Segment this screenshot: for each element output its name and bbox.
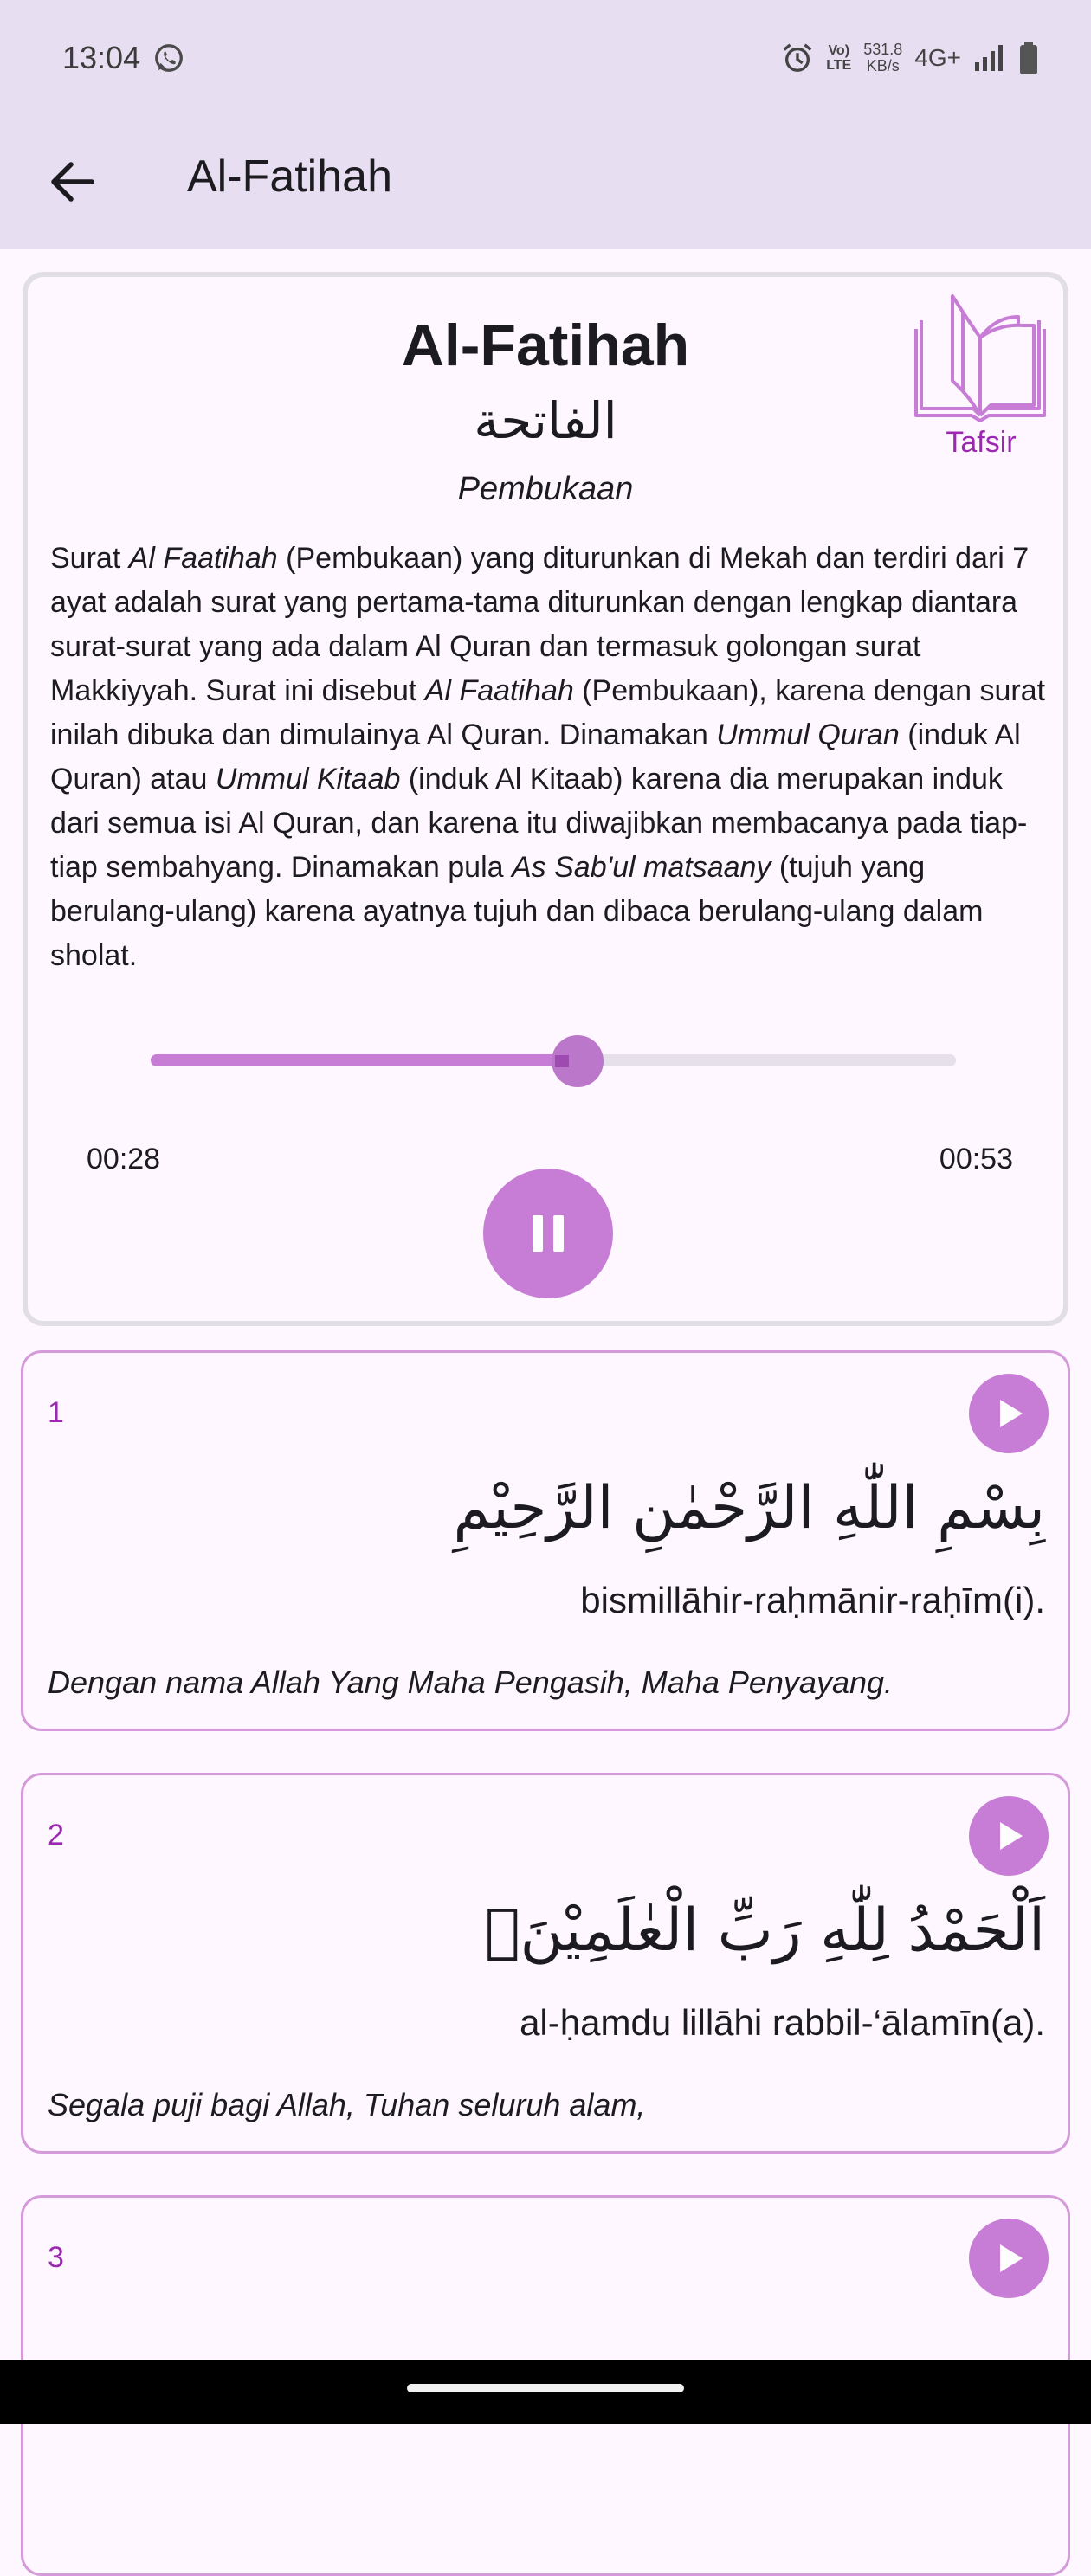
open-book-icon — [914, 294, 1046, 422]
pause-icon — [533, 1215, 564, 1252]
description-text: Surat — [50, 542, 129, 575]
current-time: 00:28 — [87, 1143, 161, 1175]
description-term: Al Faatihah — [424, 674, 574, 707]
ayah-number: 1 — [48, 1396, 64, 1429]
whatsapp-icon — [155, 44, 183, 72]
ayah-translation: Segala puji bagi Allah, Tuhan seluruh al… — [48, 2087, 646, 2122]
surah-meaning: Pembukaan — [457, 471, 634, 507]
arrow-back-icon — [51, 162, 94, 202]
network-speed: 531.8 KB/s — [863, 42, 902, 74]
alarm-icon — [783, 43, 812, 72]
play-icon — [1000, 1822, 1023, 1850]
ayah-transliteration: al-ḥamdu lillāhi rabbil-‘ālamīn(a). — [520, 2002, 1045, 2043]
ayah-arabic-text: بِسْمِ اللّٰهِ الرَّحْمٰنِ الرَّحِيْمِ — [453, 1474, 1045, 1542]
status-bar: 13:04 Vo) LTE 531.8 KB/s 4G+ — [0, 0, 1091, 118]
slider-thumb[interactable] — [552, 1035, 604, 1087]
play-icon — [1000, 1400, 1023, 1427]
home-gesture-handle[interactable] — [407, 2384, 684, 2392]
total-time: 00:53 — [939, 1143, 1013, 1175]
status-indicators: Vo) LTE 531.8 KB/s 4G+ — [781, 36, 1039, 80]
pause-button[interactable] — [483, 1169, 613, 1298]
play-ayah-button[interactable] — [969, 2219, 1049, 2298]
play-ayah-button[interactable] — [969, 1796, 1049, 1876]
slider-fill — [151, 1054, 578, 1066]
signal-icon — [975, 45, 1003, 71]
page-title: Al-Fatihah — [187, 151, 392, 202]
surah-info-card: Al-Fatihah الفاتحة Pembukaan Tafsir Sura… — [23, 272, 1068, 1326]
ayah-number: 2 — [48, 1819, 64, 1852]
battery-icon — [1020, 42, 1037, 74]
ayah-translation: Dengan nama Allah Yang Maha Pengasih, Ma… — [48, 1665, 894, 1700]
ayah-transliteration: bismillāhir-raḥmānir-raḥīm(i). — [580, 1580, 1045, 1620]
lte-label: LTE — [826, 58, 852, 73]
app-bar: 13:04 Vo) LTE 531.8 KB/s 4G+ Al-Fatihah — [0, 0, 1091, 249]
description-term: Ummul Quran — [716, 718, 900, 751]
tafsir-label: Tafsir — [946, 426, 1017, 459]
speed-unit: KB/s — [866, 57, 900, 74]
toolbar: Al-Fatihah — [0, 130, 1091, 225]
ayah-card-2: 2 اَلْحَمْدُ لِلّٰهِ رَبِّ الْعٰلَمِيْنَ… — [21, 1773, 1070, 2154]
description-term: Al Faatihah — [128, 542, 278, 575]
description-term: Ummul Kitaab — [215, 763, 401, 795]
volte-indicator: Vo) LTE — [826, 43, 851, 73]
surah-description: Surat Al Faatihah (Pembukaan) yang ditur… — [50, 537, 1046, 978]
back-button[interactable] — [38, 147, 107, 216]
network-type: 4G+ — [914, 44, 961, 71]
description-term: As Sab'ul matsaany — [512, 851, 771, 884]
ayah-card-1: 1 بِسْمِ اللّٰهِ الرَّحْمٰنِ الرَّحِيْمِ… — [21, 1350, 1070, 1731]
status-time: 13:04 — [62, 40, 141, 75]
volte-label: Vo) — [828, 43, 850, 58]
ayah-number: 3 — [48, 2241, 64, 2274]
speed-value: 531.8 — [863, 41, 903, 58]
audio-progress-slider[interactable] — [142, 1030, 978, 1091]
system-navigation-bar — [0, 2360, 1091, 2424]
play-ayah-button[interactable] — [969, 1374, 1049, 1453]
play-icon — [1000, 2244, 1023, 2272]
ayah-arabic-text: اَلْحَمْدُ لِلّٰهِ رَبِّ الْعٰلَمِيْنَۙ — [484, 1897, 1045, 1965]
tafsir-button[interactable]: Tafsir — [907, 294, 1046, 459]
